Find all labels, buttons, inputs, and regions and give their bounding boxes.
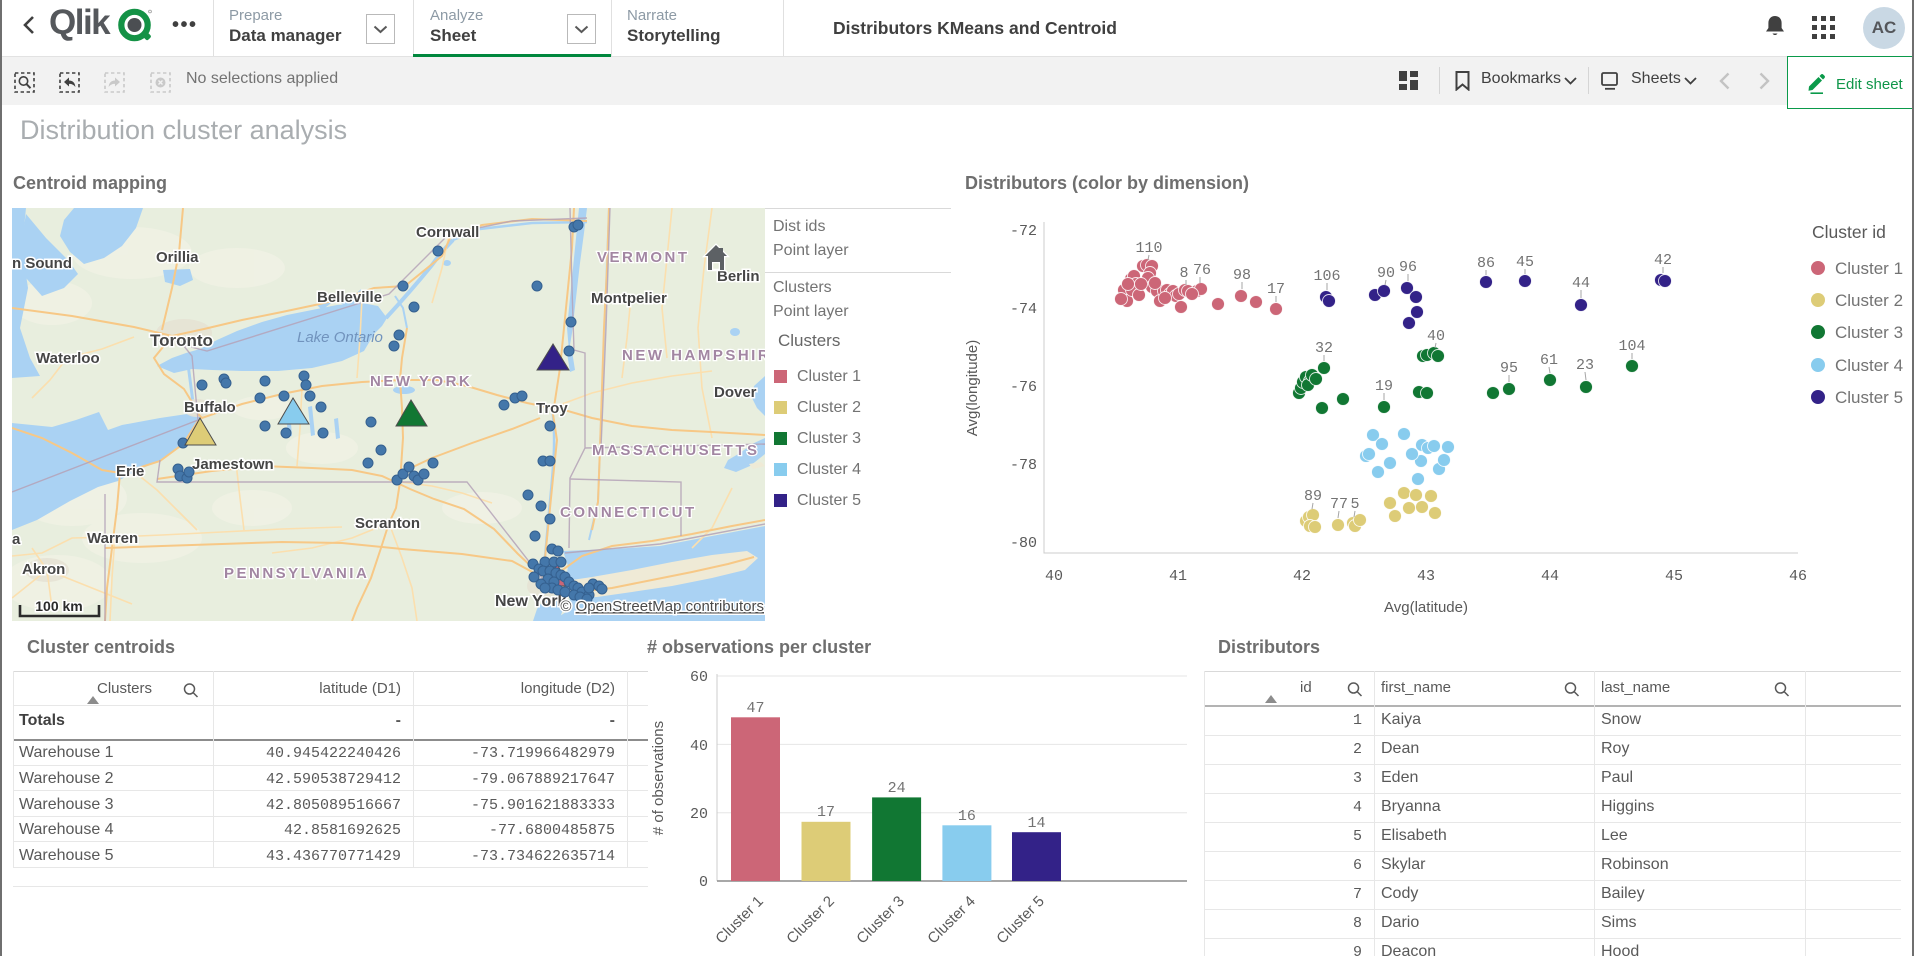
svg-text:40: 40 — [1045, 568, 1063, 585]
svg-text:Cluster 5: Cluster 5 — [993, 893, 1047, 947]
svg-text:8: 8 — [1179, 265, 1188, 282]
svg-text:New York: New York — [495, 593, 567, 610]
svg-text:Scranton: Scranton — [355, 515, 420, 532]
svg-text:CONNECTICUT: CONNECTICUT — [560, 504, 697, 521]
svg-text:60: 60 — [690, 669, 708, 686]
svg-text:46: 46 — [1789, 568, 1807, 585]
svg-text:NEW YORK: NEW YORK — [370, 373, 472, 390]
svg-text:40: 40 — [690, 738, 708, 755]
svg-text:MASSACHUSETTS: MASSACHUSETTS — [592, 442, 760, 459]
svg-text:PENNSYLVANIA: PENNSYLVANIA — [224, 565, 369, 582]
svg-text:32: 32 — [1315, 340, 1333, 357]
svg-text:Cluster 2: Cluster 2 — [783, 893, 837, 947]
svg-text:Akron: Akron — [22, 561, 65, 578]
svg-text:100 km: 100 km — [35, 598, 82, 614]
svg-text:96: 96 — [1399, 259, 1417, 276]
svg-text:VERMONT: VERMONT — [597, 249, 690, 266]
svg-text:61: 61 — [1540, 352, 1558, 369]
svg-text:© OpenStreetMap contributors: © OpenStreetMap contributors — [560, 598, 764, 615]
svg-text:Cluster 3: Cluster 3 — [1835, 323, 1903, 342]
svg-text:Cluster 2: Cluster 2 — [1835, 291, 1903, 310]
svg-text:45: 45 — [1516, 254, 1534, 271]
svg-text:Cluster 5: Cluster 5 — [1835, 388, 1903, 407]
svg-text:Belleville: Belleville — [317, 289, 382, 306]
svg-text:98: 98 — [1233, 267, 1251, 284]
svg-text:20: 20 — [690, 806, 708, 823]
svg-text:40: 40 — [1427, 328, 1445, 345]
svg-text:Dover: Dover — [714, 384, 757, 401]
svg-text:41: 41 — [1169, 568, 1187, 585]
svg-text:Cornwall: Cornwall — [416, 224, 479, 241]
svg-text:19: 19 — [1375, 378, 1393, 395]
svg-text:Toronto: Toronto — [150, 331, 213, 350]
svg-text:-74: -74 — [1010, 301, 1037, 318]
svg-text:16: 16 — [958, 808, 976, 825]
svg-text:Lake Ontario: Lake Ontario — [297, 329, 383, 346]
svg-text:110: 110 — [1135, 240, 1162, 257]
svg-text:Cluster 1: Cluster 1 — [712, 893, 766, 947]
svg-text:44: 44 — [1541, 568, 1559, 585]
svg-text:Troy: Troy — [536, 400, 568, 417]
svg-text:17: 17 — [1267, 281, 1285, 298]
svg-text:n Sound: n Sound — [12, 255, 72, 272]
svg-text:14: 14 — [1027, 815, 1045, 832]
svg-text:106: 106 — [1313, 268, 1340, 285]
svg-text:Erie: Erie — [116, 463, 144, 480]
svg-text:-80: -80 — [1010, 535, 1037, 552]
svg-text:76: 76 — [1193, 262, 1211, 279]
svg-text:Cluster 4: Cluster 4 — [1835, 356, 1903, 375]
svg-text:NEW HAMPSHIRE: NEW HAMPSHIRE — [622, 347, 765, 364]
svg-text:-76: -76 — [1010, 379, 1037, 396]
svg-text:Cluster 3: Cluster 3 — [853, 893, 907, 947]
svg-text:Cluster 1: Cluster 1 — [1835, 259, 1903, 278]
svg-text:Jamestown: Jamestown — [192, 456, 274, 473]
svg-text:104: 104 — [1618, 338, 1645, 355]
svg-text:Avg(latitude): Avg(latitude) — [1384, 599, 1468, 616]
svg-text:Montpelier: Montpelier — [591, 290, 667, 307]
svg-text:Waterloo: Waterloo — [36, 350, 100, 367]
svg-text:0: 0 — [699, 874, 708, 891]
svg-text:43: 43 — [1417, 568, 1435, 585]
svg-text:89: 89 — [1304, 488, 1322, 505]
svg-text:Avg(longitude): Avg(longitude) — [964, 340, 981, 436]
svg-text:Orillia: Orillia — [156, 249, 199, 266]
svg-text:77: 77 — [1330, 496, 1348, 513]
svg-text:23: 23 — [1576, 357, 1594, 374]
svg-text:-72: -72 — [1010, 223, 1037, 240]
svg-text:# of observations: # of observations — [650, 721, 667, 835]
svg-text:Warren: Warren — [87, 530, 138, 547]
svg-text:5: 5 — [1350, 496, 1359, 513]
svg-text:47: 47 — [746, 700, 764, 717]
svg-text:95: 95 — [1500, 360, 1518, 377]
svg-text:44: 44 — [1572, 275, 1590, 292]
svg-text:Cluster 4: Cluster 4 — [924, 893, 978, 947]
svg-text:a: a — [12, 531, 21, 548]
svg-text:86: 86 — [1477, 255, 1495, 272]
svg-text:-78: -78 — [1010, 457, 1037, 474]
svg-text:42: 42 — [1293, 568, 1311, 585]
svg-text:90: 90 — [1377, 265, 1395, 282]
svg-text:17: 17 — [817, 804, 835, 821]
svg-text:45: 45 — [1665, 568, 1683, 585]
svg-text:24: 24 — [888, 780, 906, 797]
svg-text:42: 42 — [1654, 252, 1672, 269]
svg-text:Cluster id: Cluster id — [1812, 222, 1886, 242]
svg-text:Buffalo: Buffalo — [184, 399, 236, 416]
